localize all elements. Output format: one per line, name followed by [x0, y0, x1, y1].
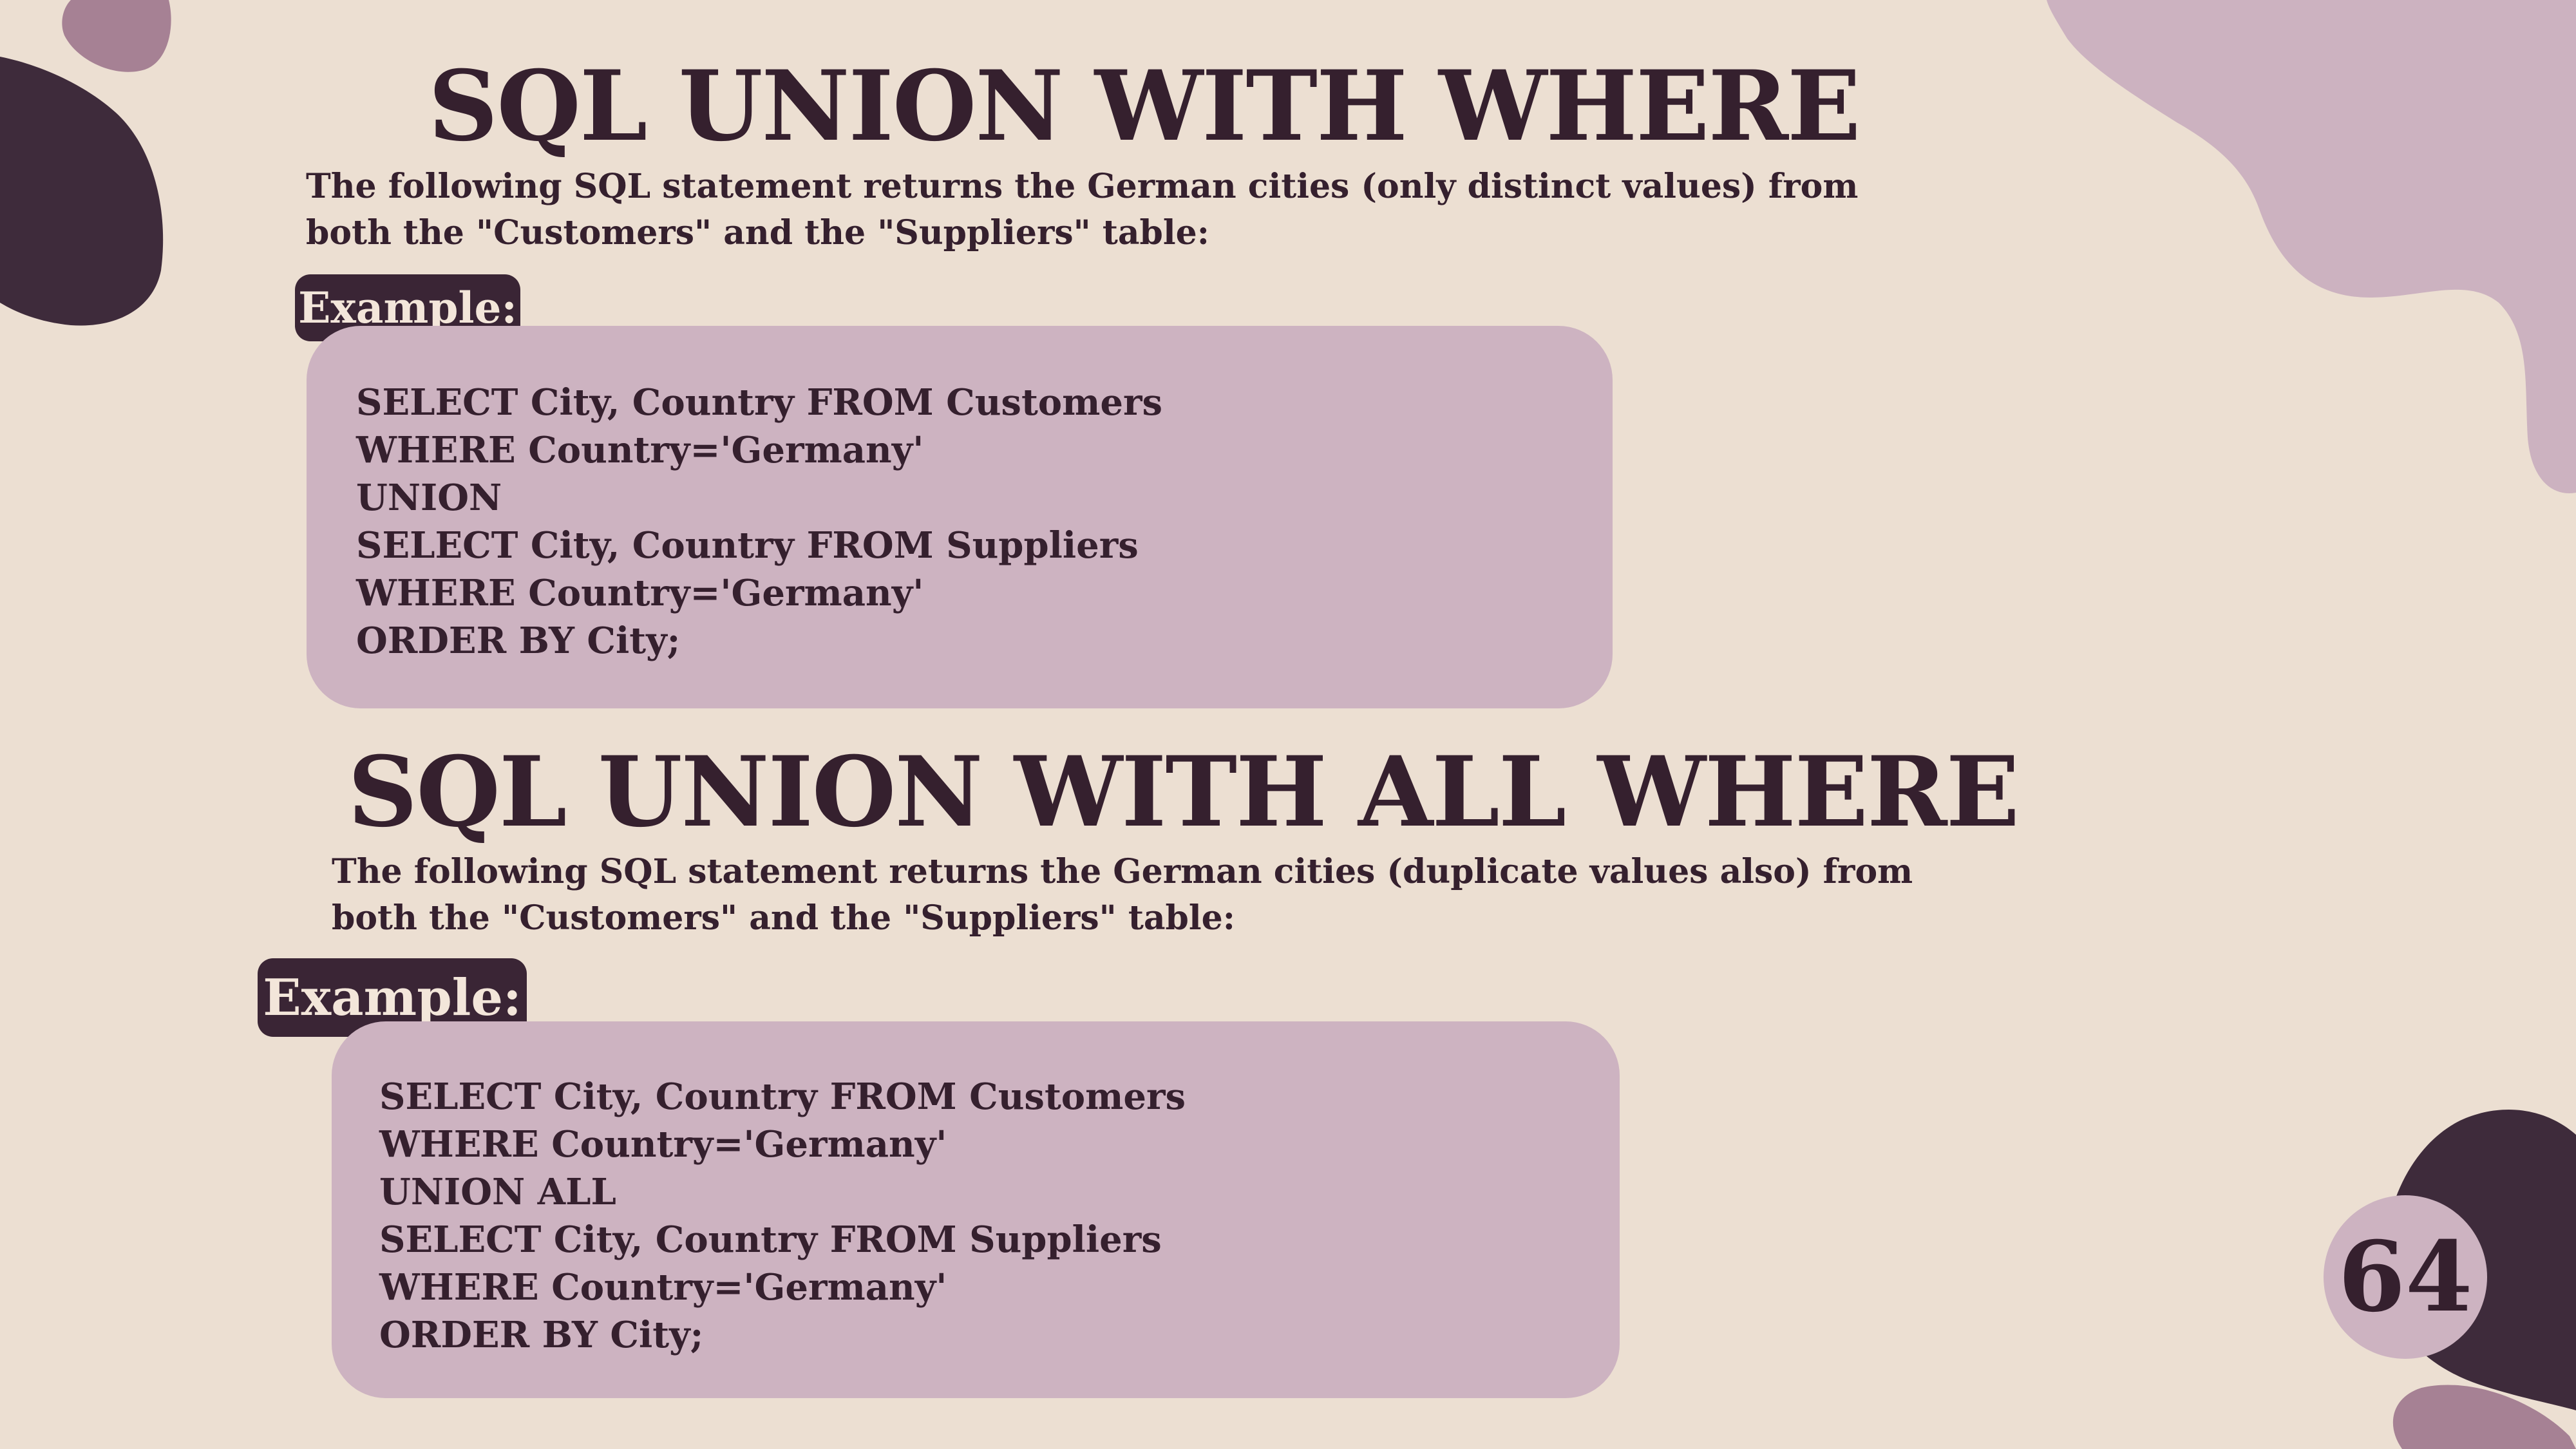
code-line: SELECT City, Country FROM Customers	[356, 381, 1163, 424]
code-line: WHERE Country='Germany'	[379, 1266, 947, 1309]
blob-top-left-mauve	[62, 0, 171, 72]
code-line: SELECT City, Country FROM Customers	[379, 1075, 1186, 1118]
code-line: WHERE Country='Germany'	[356, 572, 924, 614]
section2-title: SQL UNION WITH ALL WHERE	[348, 735, 2020, 849]
section1-description: The following SQL statement returns the …	[306, 167, 1859, 252]
blob-top-right-light	[2047, 0, 2576, 493]
section1-title: SQL UNION WITH WHERE	[428, 50, 1861, 163]
section1-code-block: SELECT City, Country FROM Customers WHER…	[307, 326, 1613, 708]
code-line: ORDER BY City;	[356, 620, 681, 662]
section2-description: The following SQL statement returns the …	[332, 852, 1913, 938]
code-line: WHERE Country='Germany'	[356, 429, 924, 471]
code-line: SELECT City, Country FROM Suppliers	[379, 1218, 1162, 1261]
code-line: UNION	[356, 477, 502, 519]
code-line: UNION ALL	[379, 1171, 616, 1213]
code-line: WHERE Country='Germany'	[379, 1123, 947, 1166]
blob-top-left-dark	[0, 57, 164, 326]
code-line: ORDER BY City;	[379, 1314, 704, 1356]
page-number-badge: 64	[2324, 1195, 2487, 1359]
code-line: SELECT City, Country FROM Suppliers	[356, 524, 1139, 567]
section2-code-block: SELECT City, Country FROM Customers WHER…	[332, 1021, 1620, 1398]
